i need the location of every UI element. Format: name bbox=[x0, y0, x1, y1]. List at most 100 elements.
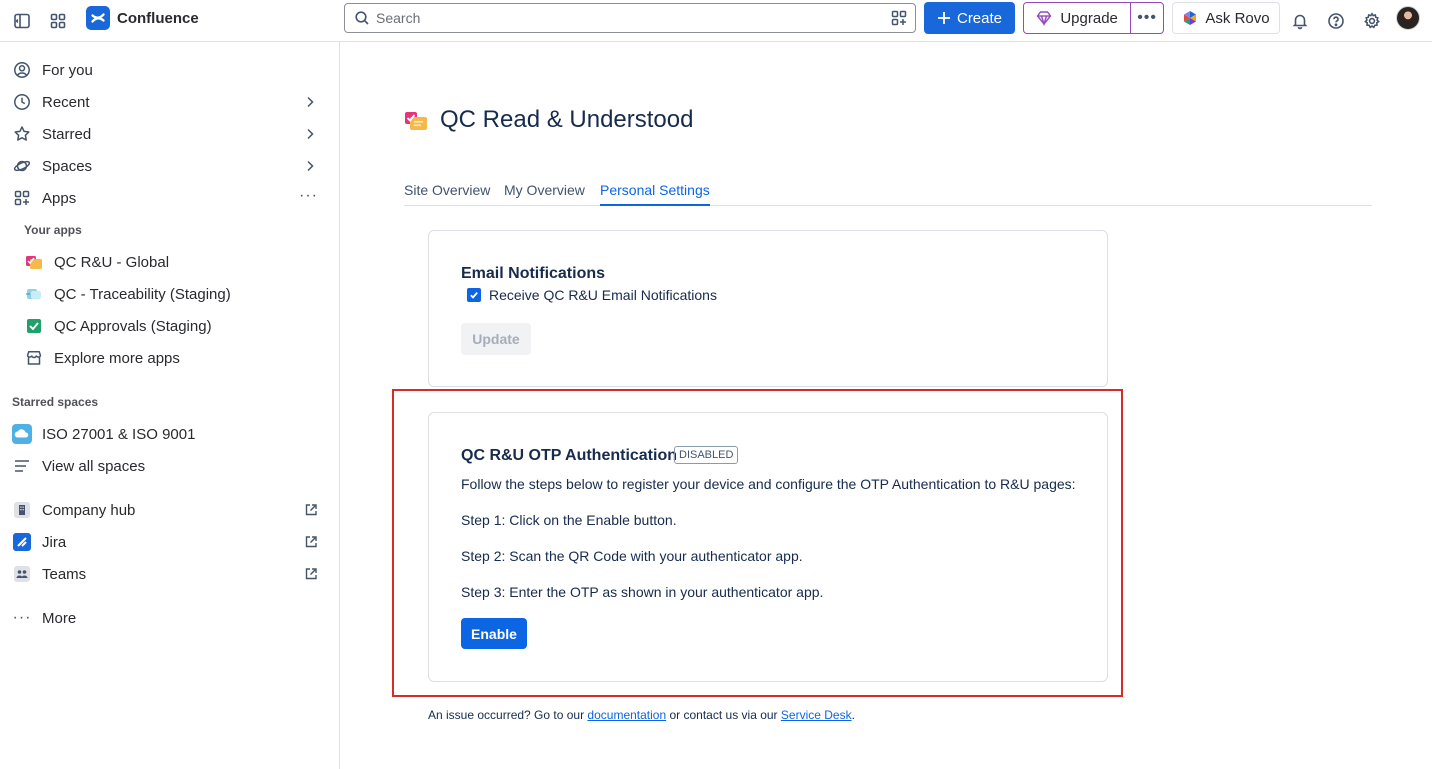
apps-grid-icon bbox=[12, 188, 32, 208]
footer-prefix: An issue occurred? Go to our bbox=[428, 708, 588, 722]
top-bar: Confluence Create Upgrade ••• Ask Ro bbox=[0, 0, 1432, 42]
store-icon bbox=[24, 348, 44, 368]
star-icon bbox=[12, 124, 32, 144]
tab-site-overview[interactable]: Site Overview bbox=[404, 182, 490, 206]
tab-bar: Site Overview My Overview Personal Setti… bbox=[404, 180, 1372, 206]
sidebar-item-qc-traceability[interactable]: QC - Traceability (Staging) bbox=[20, 279, 330, 309]
bell-icon[interactable] bbox=[1288, 9, 1312, 33]
more-horizontal-icon: ••• bbox=[1137, 9, 1158, 26]
starred-spaces-heading: Starred spaces bbox=[12, 395, 99, 409]
sidebar-item-view-all-spaces[interactable]: View all spaces bbox=[8, 451, 330, 481]
page-title: QC Read & Understood bbox=[440, 106, 694, 133]
upgrade-more-button[interactable]: ••• bbox=[1130, 3, 1163, 33]
upgrade-button[interactable]: Upgrade bbox=[1024, 3, 1130, 33]
chevron-right-icon bbox=[302, 158, 318, 174]
sidebar-item-label: Jira bbox=[42, 533, 67, 551]
create-button[interactable]: Create bbox=[924, 2, 1015, 34]
sidebar-item-label: ISO 27001 & ISO 9001 bbox=[42, 425, 196, 443]
sidebar-item-label: QC Approvals (Staging) bbox=[54, 317, 212, 335]
sidebar-item-recent[interactable]: Recent bbox=[8, 87, 330, 117]
email-notifications-checkbox-label: Receive QC R&U Email Notifications bbox=[489, 287, 717, 303]
traceability-app-icon bbox=[24, 284, 44, 304]
page-app-icon bbox=[404, 110, 428, 132]
list-icon bbox=[12, 456, 32, 476]
chevron-right-icon bbox=[302, 94, 318, 110]
rovo-icon bbox=[1182, 10, 1198, 26]
sidebar-toggle-icon[interactable] bbox=[10, 9, 34, 33]
app-name: Confluence bbox=[117, 9, 199, 27]
email-notifications-card: Email Notifications Receive QC R&U Email… bbox=[428, 230, 1108, 387]
search-icon bbox=[354, 10, 370, 26]
footer-middle: or contact us via our bbox=[666, 708, 781, 722]
jira-icon bbox=[12, 532, 32, 552]
confluence-logo-icon bbox=[86, 6, 110, 30]
highlight-box bbox=[392, 389, 1123, 697]
sidebar-item-label: Company hub bbox=[42, 501, 136, 519]
user-circle-icon bbox=[12, 60, 32, 80]
clock-icon bbox=[12, 92, 32, 112]
app-switcher-icon[interactable] bbox=[46, 9, 70, 33]
sidebar-item-label: Apps bbox=[42, 189, 77, 207]
plus-icon bbox=[937, 11, 951, 25]
external-link-icon bbox=[304, 503, 318, 517]
sidebar-item-qc-ru-global[interactable]: QC R&U - Global bbox=[20, 247, 330, 277]
ask-rovo-label: Ask Rovo bbox=[1205, 9, 1270, 27]
sidebar-item-more[interactable]: ··· More bbox=[8, 603, 330, 633]
sidebar: For you Recent Starred Spaces Apps ··· Y… bbox=[0, 42, 340, 769]
help-icon[interactable] bbox=[1324, 9, 1348, 33]
more-horizontal-icon[interactable]: ··· bbox=[299, 187, 318, 205]
upgrade-label: Upgrade bbox=[1060, 9, 1118, 27]
update-button[interactable]: Update bbox=[461, 323, 531, 355]
sidebar-item-label: Explore more apps bbox=[54, 349, 180, 367]
confluence-logo[interactable]: Confluence bbox=[86, 6, 199, 30]
tab-personal-settings[interactable]: Personal Settings bbox=[600, 182, 710, 206]
sidebar-item-qc-approvals[interactable]: QC Approvals (Staging) bbox=[20, 311, 330, 341]
diamond-icon bbox=[1036, 10, 1052, 26]
search-input[interactable] bbox=[376, 10, 856, 26]
teams-icon bbox=[12, 564, 32, 584]
cloud-space-icon bbox=[12, 424, 32, 444]
service-desk-link[interactable]: Service Desk bbox=[781, 708, 852, 722]
documentation-link[interactable]: documentation bbox=[587, 708, 666, 722]
sidebar-item-apps[interactable]: Apps ··· bbox=[8, 183, 330, 213]
sidebar-item-label: View all spaces bbox=[42, 457, 146, 475]
sidebar-item-label: Starred bbox=[42, 125, 92, 143]
tab-my-overview[interactable]: My Overview bbox=[504, 182, 585, 206]
external-link-icon bbox=[304, 567, 318, 581]
sidebar-item-for-you[interactable]: For you bbox=[8, 55, 330, 85]
email-notifications-checkbox[interactable] bbox=[467, 288, 481, 302]
avatar[interactable] bbox=[1396, 6, 1420, 30]
email-notifications-title: Email Notifications bbox=[461, 265, 606, 282]
search-box[interactable] bbox=[344, 3, 916, 33]
sidebar-item-label: QC R&U - Global bbox=[54, 253, 170, 271]
sidebar-item-label: For you bbox=[42, 61, 93, 79]
upgrade-group: Upgrade ••• bbox=[1023, 2, 1164, 34]
email-notifications-checkbox-row[interactable]: Receive QC R&U Email Notifications bbox=[467, 287, 717, 303]
approvals-app-icon bbox=[24, 316, 44, 336]
sidebar-item-spaces[interactable]: Spaces bbox=[8, 151, 330, 181]
chevron-right-icon bbox=[302, 126, 318, 142]
sidebar-item-starred[interactable]: Starred bbox=[8, 119, 330, 149]
sidebar-item-label: Teams bbox=[42, 565, 87, 583]
sidebar-item-company-hub[interactable]: Company hub bbox=[8, 495, 330, 525]
sidebar-item-label: More bbox=[42, 609, 77, 627]
planet-icon bbox=[12, 156, 32, 176]
sidebar-item-label: QC - Traceability (Staging) bbox=[54, 285, 231, 303]
search-filter-icon[interactable] bbox=[891, 10, 907, 26]
create-label: Create bbox=[956, 9, 1003, 27]
footer-suffix: . bbox=[851, 708, 855, 722]
sidebar-item-label: Recent bbox=[42, 93, 90, 111]
more-horizontal-icon: ··· bbox=[12, 609, 32, 626]
sidebar-item-explore-apps[interactable]: Explore more apps bbox=[20, 343, 330, 373]
gear-icon[interactable] bbox=[1360, 9, 1384, 33]
sidebar-item-label: Spaces bbox=[42, 157, 93, 175]
external-link-icon bbox=[304, 535, 318, 549]
footer-note: An issue occurred? Go to our documentati… bbox=[428, 708, 855, 722]
building-icon bbox=[12, 500, 32, 520]
sidebar-item-jira[interactable]: Jira bbox=[8, 527, 330, 557]
your-apps-heading: Your apps bbox=[24, 223, 82, 237]
qc-ru-app-icon bbox=[24, 252, 44, 272]
ask-rovo-button[interactable]: Ask Rovo bbox=[1172, 2, 1280, 34]
sidebar-item-iso-space[interactable]: ISO 27001 & ISO 9001 bbox=[8, 419, 330, 449]
sidebar-item-teams[interactable]: Teams bbox=[8, 559, 330, 589]
